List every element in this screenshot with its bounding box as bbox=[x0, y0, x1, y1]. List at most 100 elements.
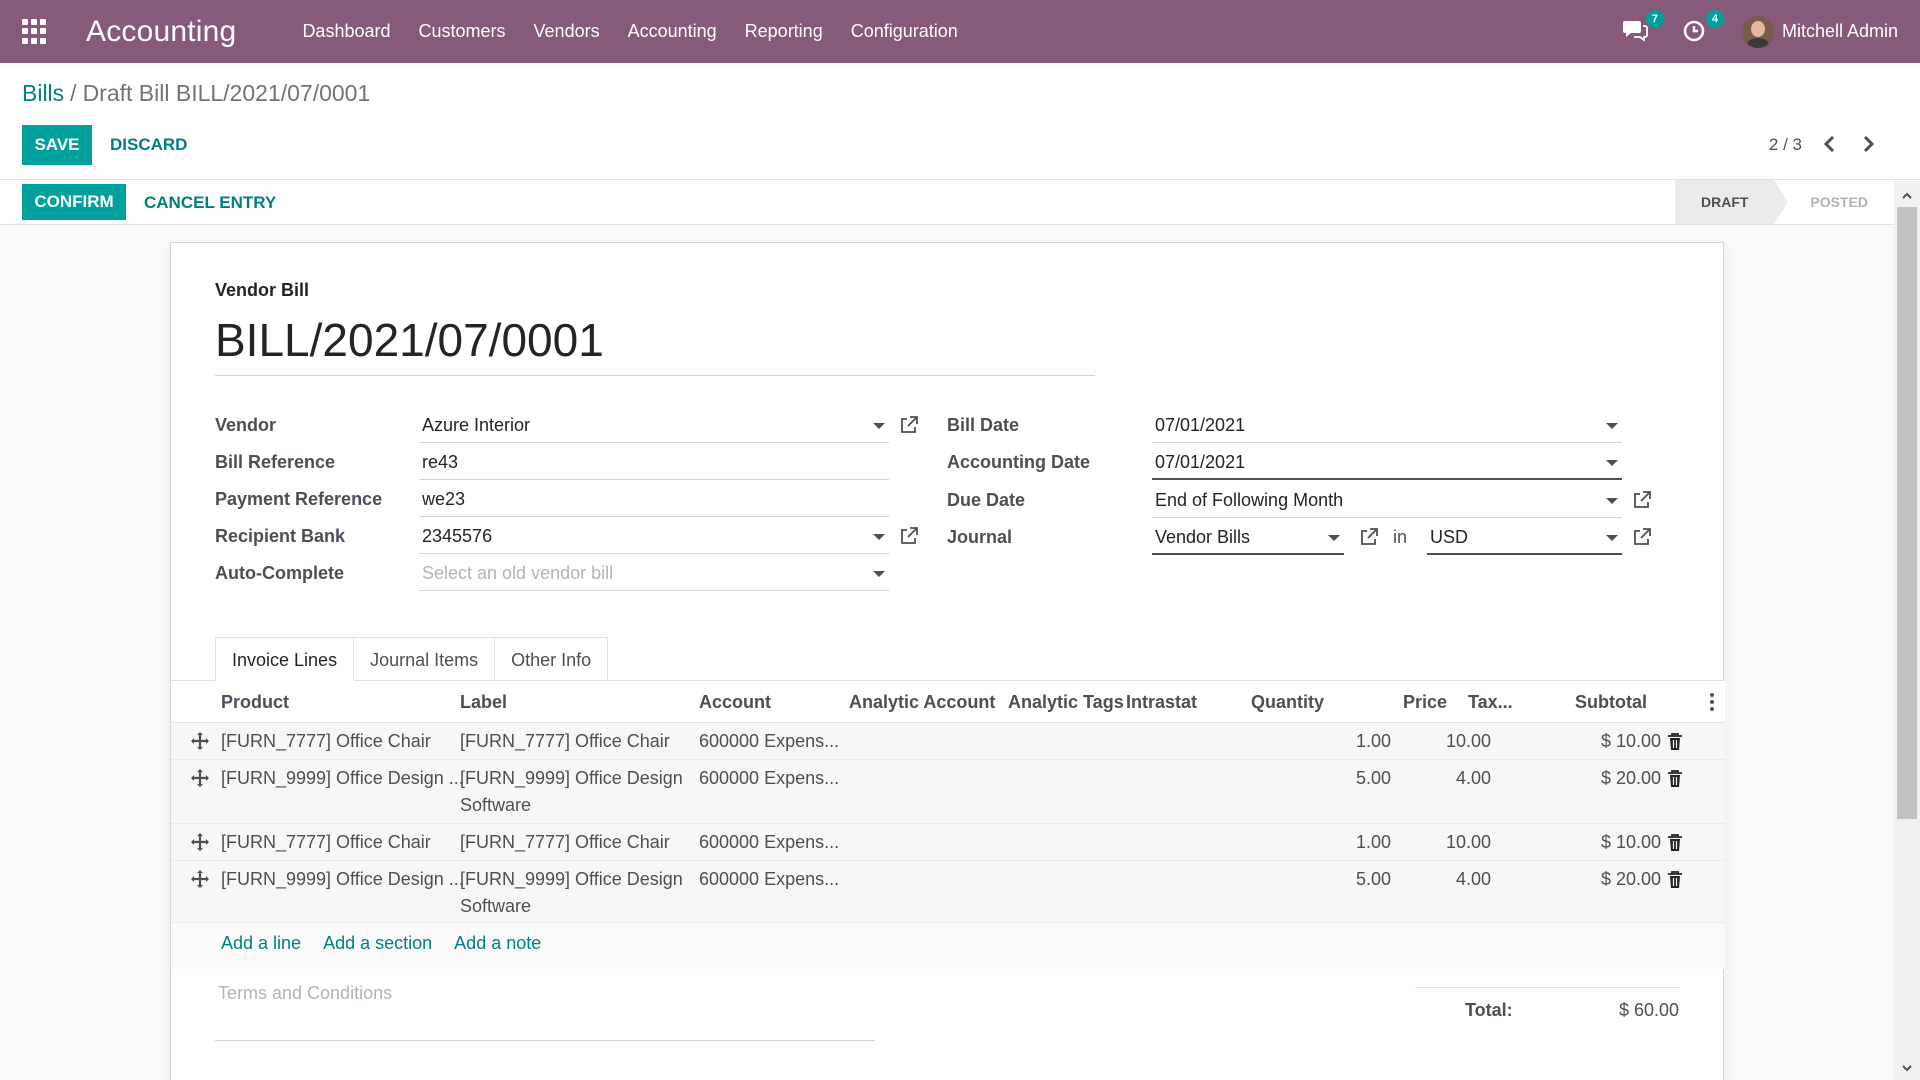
col-label[interactable]: Label bbox=[460, 692, 507, 713]
scroll-down-icon[interactable] bbox=[1901, 1061, 1913, 1073]
row-product[interactable]: [FURN_9999] Office Design ... bbox=[221, 866, 464, 893]
scrollbar-thumb[interactable] bbox=[1897, 207, 1917, 819]
accounting-date-field[interactable]: 07/01/2021 bbox=[1152, 448, 1622, 480]
col-subtotal[interactable]: Subtotal bbox=[1575, 692, 1647, 713]
row-price[interactable]: 4.00 bbox=[1421, 765, 1491, 792]
menu-dashboard[interactable]: Dashboard bbox=[302, 21, 390, 42]
save-button[interactable]: SAVE bbox=[22, 125, 92, 165]
drag-handle-icon[interactable] bbox=[191, 870, 209, 888]
menu-accounting[interactable]: Accounting bbox=[628, 21, 717, 42]
recipient-bank-field[interactable]: 2345576 bbox=[419, 522, 889, 554]
breadcrumb-separator: / bbox=[70, 80, 77, 106]
status-posted[interactable]: POSTED bbox=[1774, 180, 1894, 224]
status-draft[interactable]: DRAFT bbox=[1674, 180, 1789, 224]
journal-external-link-icon[interactable] bbox=[1359, 527, 1379, 547]
row-account[interactable]: 600000 Expens... bbox=[699, 866, 839, 893]
recipient-bank-dropdown-icon[interactable] bbox=[873, 534, 885, 540]
scroll-up-icon[interactable] bbox=[1901, 189, 1913, 201]
row-quantity[interactable]: 1.00 bbox=[1321, 829, 1391, 856]
row-price[interactable]: 10.00 bbox=[1421, 728, 1491, 755]
delete-row-trash-icon[interactable] bbox=[1667, 733, 1683, 751]
bill-name-field[interactable]: BILL/2021/07/0001 bbox=[215, 313, 1095, 376]
row-label[interactable]: [FURN_9999] Office Design Software bbox=[460, 765, 683, 819]
row-product[interactable]: [FURN_7777] Office Chair bbox=[221, 728, 431, 755]
payment-reference-field[interactable]: we23 bbox=[419, 485, 889, 517]
col-taxes[interactable]: Tax... bbox=[1468, 692, 1513, 713]
user-avatar[interactable] bbox=[1741, 15, 1774, 48]
add-line-link[interactable]: Add a line bbox=[221, 933, 301, 953]
apps-menu-icon[interactable] bbox=[22, 18, 48, 45]
due-date-dropdown-icon[interactable] bbox=[1606, 498, 1618, 504]
journal-dropdown-icon[interactable] bbox=[1328, 535, 1340, 541]
discard-button[interactable]: DISCARD bbox=[110, 135, 187, 155]
messages-icon[interactable]: 7 bbox=[1622, 9, 1664, 46]
col-price[interactable]: Price bbox=[1403, 692, 1447, 713]
table-row[interactable]: [FURN_7777] Office Chair [FURN_7777] Off… bbox=[171, 824, 1725, 861]
tab-journal-items[interactable]: Journal Items bbox=[353, 637, 496, 681]
menu-customers[interactable]: Customers bbox=[419, 21, 506, 42]
due-date-field[interactable]: End of Following Month bbox=[1152, 486, 1622, 518]
auto-complete-dropdown-icon[interactable] bbox=[873, 571, 885, 577]
delete-row-trash-icon[interactable] bbox=[1667, 871, 1683, 889]
due-date-external-link-icon[interactable] bbox=[1632, 490, 1652, 510]
table-row[interactable]: [FURN_7777] Office Chair [FURN_7777] Off… bbox=[171, 723, 1725, 760]
menu-vendors[interactable]: Vendors bbox=[534, 21, 600, 42]
delete-row-trash-icon[interactable] bbox=[1667, 834, 1683, 852]
terms-and-conditions-field[interactable]: Terms and Conditions bbox=[215, 979, 875, 1041]
row-price[interactable]: 10.00 bbox=[1421, 829, 1491, 856]
row-quantity[interactable]: 5.00 bbox=[1321, 866, 1391, 893]
table-row[interactable]: [FURN_9999] Office Design ... [FURN_9999… bbox=[171, 760, 1725, 824]
row-account[interactable]: 600000 Expens... bbox=[699, 829, 839, 856]
vendor-field[interactable]: Azure Interior bbox=[419, 411, 889, 443]
currency-external-link-icon[interactable] bbox=[1632, 527, 1652, 547]
menu-reporting[interactable]: Reporting bbox=[745, 21, 823, 42]
recipient-bank-external-link-icon[interactable] bbox=[899, 526, 919, 546]
cancel-entry-button[interactable]: CANCEL ENTRY bbox=[144, 193, 276, 213]
drag-handle-icon[interactable] bbox=[191, 732, 209, 750]
bill-date-dropdown-icon[interactable] bbox=[1606, 423, 1618, 429]
tab-invoice-lines[interactable]: Invoice Lines bbox=[215, 637, 355, 681]
user-menu[interactable]: Mitchell Admin bbox=[1782, 21, 1898, 42]
menu-configuration[interactable]: Configuration bbox=[851, 21, 958, 42]
auto-complete-field[interactable]: Select an old vendor bill bbox=[419, 559, 889, 591]
row-label[interactable]: [FURN_9999] Office Design Software bbox=[460, 866, 683, 920]
row-product[interactable]: [FURN_9999] Office Design ... bbox=[221, 765, 464, 792]
tab-other-info[interactable]: Other Info bbox=[494, 637, 609, 681]
col-analytic-account[interactable]: Analytic Account bbox=[849, 692, 995, 713]
currency-field[interactable]: USD bbox=[1427, 523, 1622, 555]
currency-dropdown-icon[interactable] bbox=[1606, 535, 1618, 541]
table-row[interactable]: [FURN_9999] Office Design ... [FURN_9999… bbox=[171, 861, 1725, 923]
row-account[interactable]: 600000 Expens... bbox=[699, 728, 839, 755]
row-price[interactable]: 4.00 bbox=[1421, 866, 1491, 893]
row-quantity[interactable]: 5.00 bbox=[1321, 765, 1391, 792]
add-section-link[interactable]: Add a section bbox=[323, 933, 432, 953]
delete-row-trash-icon[interactable] bbox=[1667, 770, 1683, 788]
pager-previous-icon[interactable] bbox=[1818, 131, 1842, 157]
drag-handle-icon[interactable] bbox=[191, 833, 209, 851]
row-account[interactable]: 600000 Expens... bbox=[699, 765, 839, 792]
vertical-scrollbar[interactable] bbox=[1894, 181, 1920, 1080]
activities-clock-icon[interactable]: 4 bbox=[1682, 9, 1724, 46]
journal-field[interactable]: Vendor Bills bbox=[1152, 523, 1344, 555]
row-quantity[interactable]: 1.00 bbox=[1321, 728, 1391, 755]
confirm-button[interactable]: CONFIRM bbox=[22, 184, 126, 220]
bill-reference-field[interactable]: re43 bbox=[419, 448, 889, 480]
add-note-link[interactable]: Add a note bbox=[454, 933, 541, 953]
drag-handle-icon[interactable] bbox=[191, 769, 209, 787]
vendor-dropdown-icon[interactable] bbox=[873, 423, 885, 429]
col-account[interactable]: Account bbox=[699, 692, 771, 713]
vendor-external-link-icon[interactable] bbox=[899, 415, 919, 435]
pager-next-icon[interactable] bbox=[1856, 131, 1880, 157]
col-product[interactable]: Product bbox=[221, 692, 289, 713]
col-analytic-tags[interactable]: Analytic Tags bbox=[1008, 692, 1124, 713]
breadcrumb-bills-link[interactable]: Bills bbox=[22, 80, 64, 106]
row-product[interactable]: [FURN_7777] Office Chair bbox=[221, 829, 431, 856]
bill-date-field[interactable]: 07/01/2021 bbox=[1152, 411, 1622, 443]
col-intrastat[interactable]: Intrastat bbox=[1126, 692, 1197, 713]
optional-columns-icon[interactable] bbox=[1710, 693, 1714, 711]
accounting-date-dropdown-icon[interactable] bbox=[1606, 460, 1618, 466]
row-label[interactable]: [FURN_7777] Office Chair bbox=[460, 829, 670, 856]
row-label[interactable]: [FURN_7777] Office Chair bbox=[460, 728, 670, 755]
pager-counter[interactable]: 2 / 3 bbox=[1769, 135, 1802, 155]
col-quantity[interactable]: Quantity bbox=[1251, 692, 1324, 713]
